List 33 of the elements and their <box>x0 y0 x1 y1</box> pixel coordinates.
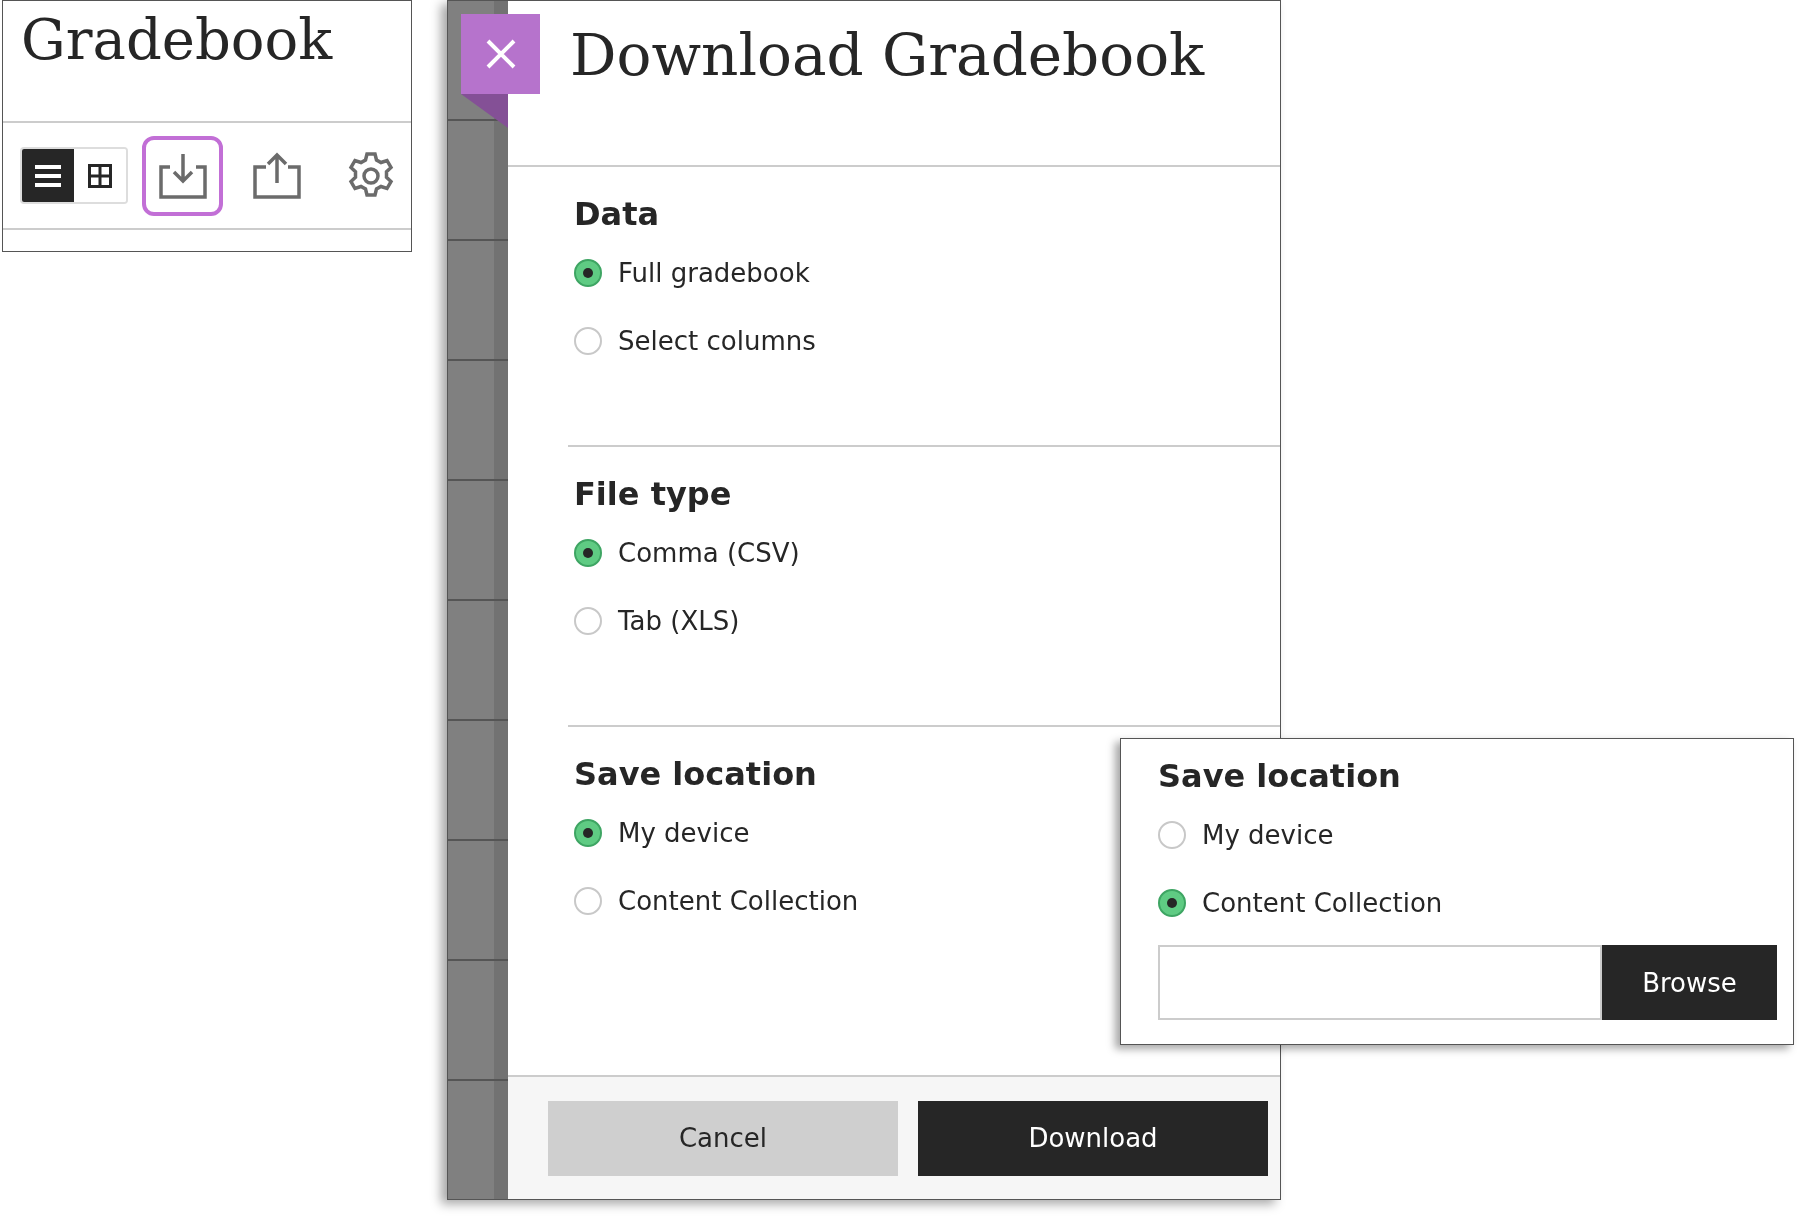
cancel-button[interactable]: Cancel <box>548 1100 898 1176</box>
browse-button[interactable]: Browse <box>1602 945 1777 1020</box>
upload-icon <box>251 150 302 201</box>
option-label: Tab (XLS) <box>618 606 740 636</box>
option-label: My device <box>618 818 750 848</box>
option-label: Select columns <box>618 326 816 356</box>
close-button[interactable] <box>461 14 540 94</box>
radio-button[interactable] <box>574 887 602 915</box>
grid-view-icon <box>88 163 113 188</box>
radio-button[interactable] <box>574 539 602 567</box>
download-button[interactable]: Download <box>918 1100 1268 1176</box>
option-label: My device <box>1202 820 1334 850</box>
path-input-field[interactable] <box>1158 945 1602 1020</box>
section-heading: File type <box>574 475 732 513</box>
radio-button[interactable] <box>574 819 602 847</box>
option-label: Full gradebook <box>618 258 810 288</box>
option-label: Content Collection <box>618 886 859 916</box>
radio-button[interactable] <box>1158 821 1186 849</box>
close-icon <box>484 38 517 70</box>
section-heading: Save location <box>1158 757 1401 795</box>
option-label: Comma (CSV) <box>618 538 800 568</box>
view-toggle-button[interactable] <box>22 149 75 202</box>
option-label: Content Collection <box>1202 888 1443 918</box>
section-heading: Save location <box>574 755 817 793</box>
section-heading: Data <box>574 195 660 233</box>
ribbon-fold-icon <box>461 94 508 128</box>
page-title: Gradebook <box>20 6 334 74</box>
toolbar-button[interactable] <box>142 135 223 216</box>
radio-button[interactable] <box>1158 889 1186 917</box>
radio-button[interactable] <box>574 327 602 355</box>
radio-button[interactable] <box>574 259 602 287</box>
radio-button[interactable] <box>574 607 602 635</box>
list-view-icon <box>35 163 62 188</box>
